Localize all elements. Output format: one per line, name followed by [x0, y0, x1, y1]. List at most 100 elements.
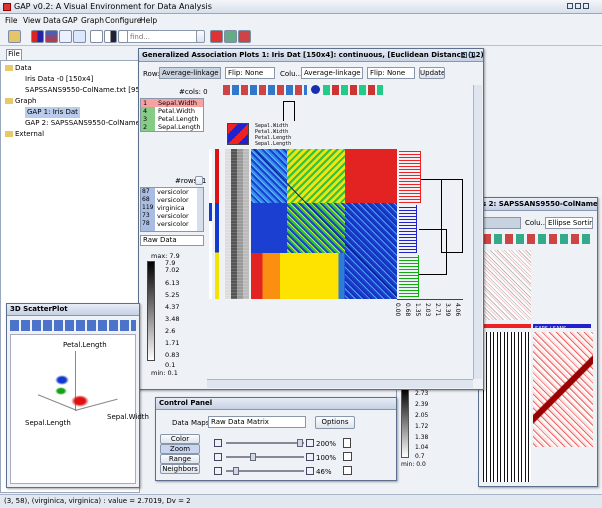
layout-icon[interactable]	[90, 30, 103, 43]
maximize-icon[interactable]	[575, 3, 581, 9]
row-name-3[interactable]: versicolor	[157, 212, 189, 220]
heatmap-icon[interactable]	[45, 30, 58, 43]
open-icon[interactable]	[8, 30, 21, 43]
gap1-window-controls[interactable]	[459, 52, 475, 60]
line-plot-icon[interactable]	[59, 30, 72, 43]
tool-icons-a[interactable]	[223, 85, 307, 95]
scatter-toolbar[interactable]	[10, 320, 136, 331]
minimize-icon[interactable]	[567, 3, 573, 9]
menu-view[interactable]: View	[23, 16, 41, 25]
file-tab[interactable]: File	[6, 49, 22, 60]
scatter-icon[interactable]	[73, 30, 86, 43]
find-input[interactable]	[127, 30, 200, 43]
axis-top-label: Petal.Length	[63, 341, 107, 349]
split-icon[interactable]	[104, 30, 117, 43]
menu-gap[interactable]: GAP	[62, 16, 77, 25]
dendro-green	[399, 255, 419, 297]
proximity-heatmap[interactable]	[251, 149, 397, 299]
export-icon[interactable]	[238, 30, 251, 43]
tree-sap[interactable]: SAPSSANS9550-ColName.txt [95x50]	[25, 85, 139, 96]
scatter-canvas[interactable]: Petal.Length Sepal.Width Sepal.Length	[10, 334, 149, 484]
window-controls[interactable]	[565, 3, 589, 11]
menu-help[interactable]: Help	[140, 16, 157, 25]
gap2-title[interactable]: s 2: SAPSSANS9550-ColName [95x50]:...	[479, 198, 597, 211]
options-button[interactable]: Options	[315, 416, 355, 429]
row-name-1[interactable]: versicolor	[157, 196, 189, 204]
row-name-2[interactable]: virginica	[157, 204, 185, 212]
gap2-col-label: Colu...	[525, 219, 548, 227]
page-icon[interactable]	[343, 438, 351, 448]
row-id-0[interactable]: 87	[142, 188, 150, 195]
scale-6: 2.6	[165, 327, 176, 335]
row-method-select[interactable]: Average-linkage	[159, 67, 221, 79]
close-icon[interactable]	[583, 3, 589, 9]
zoom-out-icon[interactable]	[214, 453, 222, 461]
tool-icons-b[interactable]	[323, 85, 383, 95]
find-dropdown-button[interactable]	[196, 30, 205, 43]
slider-2-value: 100%	[316, 454, 337, 462]
row-id-4[interactable]: 78	[142, 220, 150, 227]
slider-3[interactable]	[226, 467, 304, 475]
row-label: Row:	[143, 70, 160, 78]
zoom-out-icon[interactable]	[214, 467, 222, 475]
gap2-colorbar	[401, 388, 409, 458]
zoom-in-icon[interactable]	[306, 453, 314, 461]
tab-neighbors[interactable]: Neighbors	[160, 464, 200, 474]
info-icon[interactable]	[311, 85, 320, 94]
tree-iris[interactable]: Iris Data -0 [150x4]	[25, 74, 93, 85]
row-name-4[interactable]: versicolor	[157, 220, 189, 228]
col-method-select[interactable]: Average-linkage	[301, 67, 363, 79]
raw-data-matrix	[225, 149, 249, 299]
menu-graph[interactable]: Graph	[81, 16, 104, 25]
gap2-col-select[interactable]: Ellipse Sorting	[545, 217, 593, 229]
gap2-scale-5: 1.04	[415, 444, 429, 451]
gap-icon[interactable]	[31, 30, 44, 43]
tree-graph[interactable]: Graph	[15, 96, 36, 107]
row-id-3[interactable]: 73	[142, 212, 150, 219]
gap2-row-select[interactable]	[483, 217, 521, 229]
folder-icon	[5, 131, 13, 137]
zoom-in-icon[interactable]	[306, 467, 314, 475]
slider-2-thumb[interactable]	[249, 453, 256, 461]
scatter-window: 3D ScatterPlot Petal.Length Sepal.Width …	[6, 303, 149, 488]
fit-icon[interactable]	[343, 466, 352, 475]
row-id-2[interactable]: 119	[142, 204, 153, 211]
close-icon[interactable]	[469, 52, 475, 58]
tab-color[interactable]: Color	[160, 434, 200, 444]
zoom-in-icon[interactable]	[306, 439, 314, 447]
menu-data[interactable]: Data	[43, 16, 61, 25]
search-icon[interactable]	[210, 30, 223, 43]
gap1-title[interactable]: Generalized Association Plots 1: Iris Da…	[139, 49, 483, 62]
tree-gap2[interactable]: GAP 2: SAPSSANS9550-ColName	[25, 118, 140, 129]
zoom-out-icon[interactable]	[214, 439, 222, 447]
flip-row-select[interactable]: Flip: None	[225, 67, 275, 79]
gap1-vscrollbar[interactable]	[473, 85, 482, 379]
scatter-title[interactable]: 3D ScatterPlot	[7, 304, 139, 316]
data-select[interactable]: Raw Data	[140, 235, 204, 246]
tab-zoom[interactable]: Zoom	[160, 444, 200, 454]
slider-2[interactable]	[226, 453, 304, 461]
gap1-hscrollbar[interactable]	[207, 379, 473, 388]
tree-gap1[interactable]: GAP 1: Iris Dat	[25, 107, 80, 118]
menu-file[interactable]: File	[5, 16, 18, 25]
slider-3-thumb[interactable]	[233, 467, 240, 475]
menu-configure[interactable]: Configure	[105, 16, 141, 25]
maps-select[interactable]: Raw Data Matrix	[208, 416, 306, 428]
row-name-0[interactable]: versicolor	[157, 188, 189, 196]
fit-icon[interactable]	[343, 452, 352, 461]
row-class-strip	[215, 149, 219, 299]
update-button[interactable]: Update	[419, 67, 445, 79]
tree-data[interactable]: Data	[15, 63, 32, 74]
maximize-icon[interactable]	[461, 52, 467, 58]
flip-col-select[interactable]: Flip: None	[367, 67, 415, 79]
slider-1-thumb[interactable]	[296, 439, 303, 447]
maps-label: Data Maps:	[172, 419, 212, 427]
tab-range[interactable]: Range	[160, 454, 200, 464]
slider-1[interactable]	[226, 439, 304, 447]
row-list-scrollbar[interactable]	[197, 188, 203, 231]
row-id-1[interactable]: 68	[142, 196, 150, 203]
rows-scroll-up[interactable]	[195, 176, 203, 185]
tree-external[interactable]: External	[15, 129, 44, 140]
control-title[interactable]: Control Panel	[156, 398, 396, 410]
settings-icon[interactable]	[224, 30, 237, 43]
